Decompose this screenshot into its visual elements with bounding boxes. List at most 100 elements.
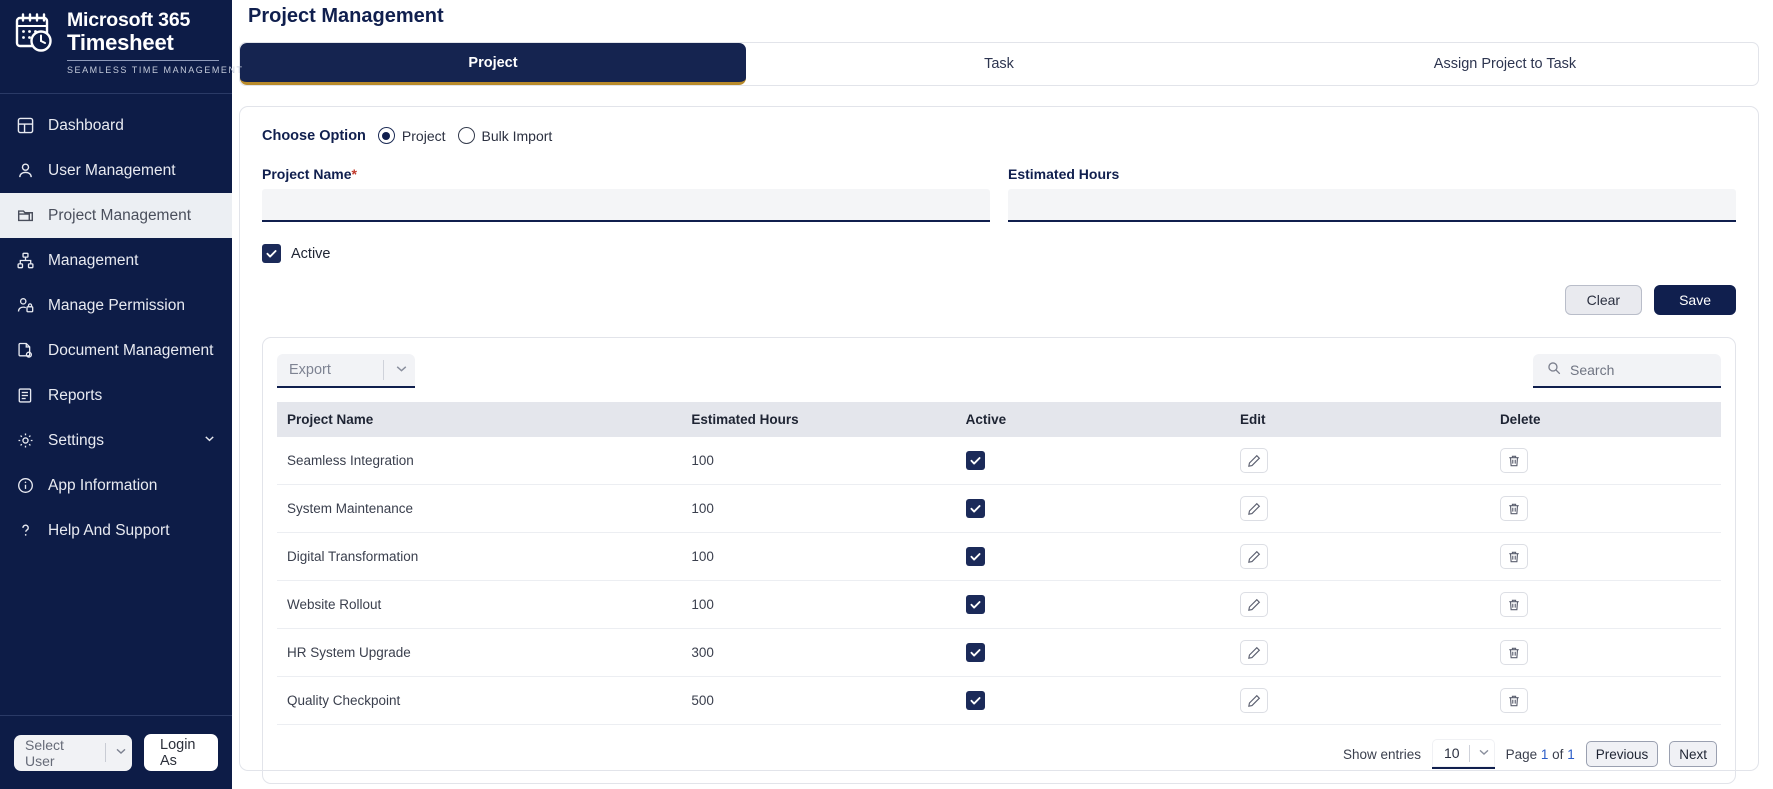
cell-delete bbox=[1489, 532, 1721, 581]
radio-label: Project bbox=[401, 127, 446, 144]
required-asterisk: * bbox=[351, 166, 357, 182]
search-input[interactable] bbox=[1570, 362, 1707, 378]
cell-edit bbox=[1230, 676, 1490, 725]
row-active-checkbox[interactable] bbox=[965, 547, 985, 566]
check-icon bbox=[262, 244, 281, 263]
sidebar-item-manage-permission[interactable]: Manage Permission bbox=[0, 283, 232, 328]
row-active-checkbox[interactable] bbox=[965, 499, 985, 518]
table-row: Seamless Integration 100 bbox=[277, 437, 1721, 485]
pencil-icon[interactable] bbox=[1240, 640, 1269, 665]
brand-logo-block: Microsoft 365 Timesheet SEAMLESS TIME MA… bbox=[0, 0, 242, 94]
estimated-hours-label: Estimated Hours bbox=[1008, 166, 1120, 182]
radio-label: Bulk Import bbox=[481, 127, 553, 144]
tab-task[interactable]: Task bbox=[746, 43, 1252, 85]
radio-option-project[interactable]: Project bbox=[377, 127, 446, 144]
cell-estimated-hours: 100 bbox=[681, 580, 956, 629]
pencil-icon[interactable] bbox=[1240, 592, 1269, 617]
user-icon bbox=[16, 161, 35, 180]
cell-active bbox=[955, 484, 1231, 533]
previous-page-button[interactable]: Previous bbox=[1585, 741, 1659, 767]
page-title: Project Management bbox=[248, 5, 444, 27]
cell-delete bbox=[1489, 437, 1721, 485]
project-name-input[interactable] bbox=[262, 189, 990, 222]
trash-icon[interactable] bbox=[1499, 640, 1528, 665]
info-icon bbox=[16, 476, 35, 495]
row-active-checkbox[interactable] bbox=[965, 643, 985, 662]
sidebar-item-document-management[interactable]: Document Management bbox=[0, 328, 232, 373]
sidebar-item-label: Reports bbox=[48, 386, 103, 404]
sidebar-nav: Dashboard User Management Project Manage… bbox=[0, 94, 232, 715]
entries-value: 10 bbox=[1444, 745, 1460, 761]
trash-icon[interactable] bbox=[1499, 544, 1528, 569]
trash-icon[interactable] bbox=[1499, 688, 1528, 713]
projects-table: Project Name Estimated Hours Active Edit… bbox=[277, 402, 1721, 725]
tab-assign-project-to-task[interactable]: Assign Project to Task bbox=[1252, 43, 1758, 85]
search-icon bbox=[1547, 361, 1561, 380]
row-active-checkbox[interactable] bbox=[965, 691, 985, 710]
tab-label: Project bbox=[468, 54, 518, 71]
sidebar-item-dashboard[interactable]: Dashboard bbox=[0, 103, 232, 148]
tab-project[interactable]: Project bbox=[240, 43, 746, 85]
pencil-icon[interactable] bbox=[1240, 448, 1269, 473]
cell-delete bbox=[1489, 628, 1721, 677]
cell-active bbox=[955, 628, 1231, 677]
search-box[interactable] bbox=[1533, 354, 1721, 388]
login-as-label: Login As bbox=[160, 736, 196, 769]
sidebar-item-user-management[interactable]: User Management bbox=[0, 148, 232, 193]
select-user-dropdown[interactable]: Select User bbox=[14, 734, 132, 771]
entries-per-page-dropdown[interactable]: 10 bbox=[1432, 739, 1495, 769]
sidebar-item-label: Management bbox=[48, 251, 139, 269]
trash-icon[interactable] bbox=[1499, 592, 1528, 617]
sidebar-item-label: Settings bbox=[48, 431, 105, 449]
calendar-clock-icon bbox=[14, 12, 58, 61]
login-as-button[interactable]: Login As bbox=[144, 734, 218, 771]
cell-edit bbox=[1230, 628, 1490, 677]
sidebar-item-label: User Management bbox=[48, 161, 176, 179]
export-divider bbox=[383, 360, 384, 380]
sidebar-item-help-and-support[interactable]: Help And Support bbox=[0, 508, 232, 553]
brand-divider bbox=[67, 59, 219, 61]
table-header-row: Project Name Estimated Hours Active Edit… bbox=[277, 402, 1721, 437]
table-row: HR System Upgrade 300 bbox=[277, 628, 1721, 677]
sidebar-item-project-management[interactable]: Project Management bbox=[0, 193, 232, 238]
row-active-checkbox[interactable] bbox=[965, 595, 985, 614]
export-dropdown[interactable]: Export bbox=[277, 354, 415, 388]
cell-delete bbox=[1489, 580, 1721, 629]
clear-button[interactable]: Clear bbox=[1564, 285, 1643, 315]
main-content: Project Management Project Task Assign P… bbox=[232, 0, 1773, 789]
choose-option-label: Choose Option bbox=[262, 127, 366, 144]
pencil-icon[interactable] bbox=[1240, 496, 1269, 521]
sidebar-item-label: Project Management bbox=[48, 206, 192, 224]
pencil-icon[interactable] bbox=[1240, 544, 1269, 569]
pencil-icon[interactable] bbox=[1240, 688, 1269, 713]
row-active-checkbox[interactable] bbox=[965, 451, 985, 470]
active-checkbox-row[interactable]: Active bbox=[262, 244, 1736, 263]
form-fields-row: Project Name* Estimated Hours bbox=[262, 166, 1736, 222]
cell-project-name: Seamless Integration bbox=[277, 437, 682, 485]
app-root: Microsoft 365 Timesheet SEAMLESS TIME MA… bbox=[0, 0, 1773, 789]
table-body: Seamless Integration 100 System Maintenanc… bbox=[277, 437, 1721, 725]
radio-unselected-icon bbox=[457, 127, 475, 144]
cell-active bbox=[955, 437, 1231, 485]
export-label: Export bbox=[289, 362, 331, 378]
estimated-hours-input[interactable] bbox=[1008, 189, 1736, 222]
chevron-down-icon[interactable] bbox=[203, 432, 216, 450]
radio-option-bulk-import[interactable]: Bulk Import bbox=[457, 127, 553, 144]
next-page-button[interactable]: Next bbox=[1669, 741, 1717, 767]
tab-bar: Project Task Assign Project to Task bbox=[239, 42, 1759, 86]
sidebar-item-settings[interactable]: Settings bbox=[0, 418, 232, 463]
sidebar-item-label: Document Management bbox=[48, 341, 214, 359]
sidebar-item-management[interactable]: Management bbox=[0, 238, 232, 283]
sidebar-item-app-information[interactable]: App Information bbox=[0, 463, 232, 508]
trash-icon[interactable] bbox=[1499, 496, 1528, 521]
trash-icon[interactable] bbox=[1499, 448, 1528, 473]
sidebar-item-reports[interactable]: Reports bbox=[0, 373, 232, 418]
save-button[interactable]: Save bbox=[1654, 285, 1736, 315]
document-gear-icon bbox=[16, 341, 35, 360]
cell-estimated-hours: 300 bbox=[681, 628, 956, 677]
sidebar-item-label: Help And Support bbox=[48, 521, 170, 539]
chevron-down-icon bbox=[394, 361, 409, 380]
cell-project-name: Digital Transformation bbox=[277, 532, 682, 581]
active-checkbox-label: Active bbox=[291, 245, 331, 262]
cell-edit bbox=[1230, 484, 1490, 533]
